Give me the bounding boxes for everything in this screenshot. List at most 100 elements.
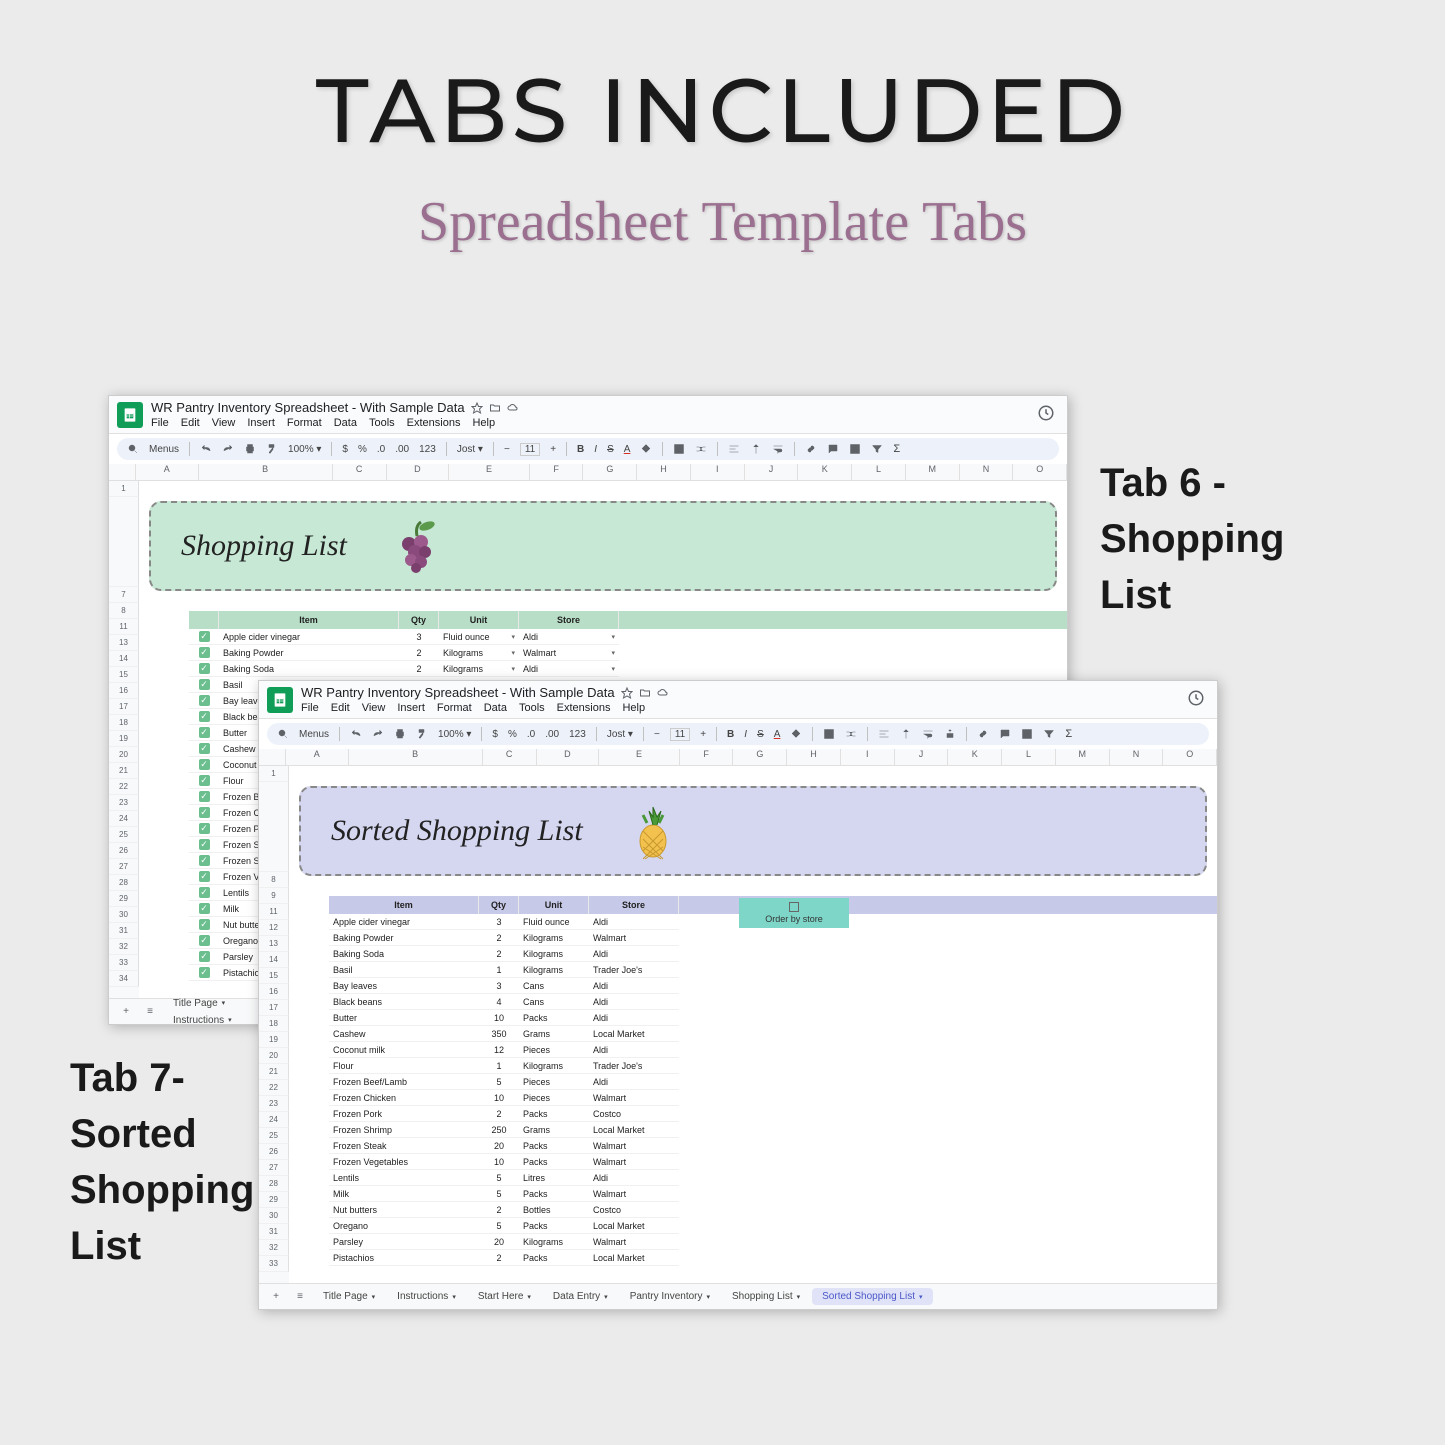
row-header[interactable]: 13 [259, 936, 289, 952]
cell-store[interactable]: Walmart [589, 1186, 679, 1202]
col-header-C[interactable]: C [483, 749, 537, 765]
row-header[interactable]: 12 [259, 920, 289, 936]
col-header-D[interactable]: D [387, 464, 450, 480]
menu-extensions[interactable]: Extensions [557, 702, 611, 714]
chart-icon[interactable] [1021, 728, 1033, 740]
cell-item[interactable]: Nut butters [329, 1202, 479, 1218]
col-header-I[interactable]: I [841, 749, 895, 765]
cell-item[interactable]: Frozen Vegetables [329, 1154, 479, 1170]
cell-qty[interactable]: 2 [479, 1250, 519, 1266]
cell-qty[interactable]: 250 [479, 1122, 519, 1138]
dec-decrease-button[interactable]: .0 [527, 729, 535, 740]
currency-button[interactable]: $ [492, 729, 498, 740]
fontsize-plus-button[interactable]: + [700, 729, 706, 740]
row-header[interactable]: 16 [259, 984, 289, 1000]
row-header[interactable]: 22 [109, 779, 139, 795]
col-header-A[interactable]: A [286, 749, 349, 765]
col-header-G[interactable]: G [583, 464, 637, 480]
row-header[interactable]: 21 [259, 1064, 289, 1080]
col-header-K[interactable]: K [948, 749, 1002, 765]
table-row[interactable]: Frozen Chicken10PiecesWalmart [329, 1090, 1217, 1106]
sheet-tab[interactable]: Data Entry ▾ [543, 1288, 618, 1305]
menu-format[interactable]: Format [437, 702, 472, 714]
col-header-O[interactable]: O [1163, 749, 1217, 765]
checkbox[interactable] [789, 902, 799, 912]
cell-unit[interactable]: Grams [519, 1122, 589, 1138]
checkbox[interactable] [199, 631, 210, 642]
checkbox[interactable] [199, 791, 210, 802]
paint-icon[interactable] [266, 443, 278, 455]
cell-item[interactable]: Lentils [329, 1170, 479, 1186]
menu-file[interactable]: File [151, 417, 169, 429]
row-header[interactable]: 17 [109, 699, 139, 715]
col-header-O[interactable]: O [1013, 464, 1067, 480]
cell-item[interactable]: Baking Powder [329, 930, 479, 946]
menu-edit[interactable]: Edit [181, 417, 200, 429]
col-header-A[interactable]: A [136, 464, 199, 480]
row-header[interactable]: 23 [109, 795, 139, 811]
sheet-tab[interactable]: Start Here ▾ [468, 1288, 541, 1305]
cell-store[interactable]: Walmart [589, 1138, 679, 1154]
fontsize-input[interactable]: 11 [520, 443, 540, 456]
cell-qty[interactable]: 1 [479, 962, 519, 978]
row-header[interactable]: 16 [109, 683, 139, 699]
row-header[interactable]: 26 [109, 843, 139, 859]
cell-store[interactable]: Aldi [589, 1170, 679, 1186]
all-sheets-button[interactable]: ≡ [139, 1002, 161, 1022]
cell-unit[interactable]: Pieces [519, 1090, 589, 1106]
checkbox[interactable] [199, 743, 210, 754]
row-header[interactable]: 14 [259, 952, 289, 968]
col-header-B[interactable]: B [199, 464, 333, 480]
cell-unit-dropdown[interactable]: Kilograms▾ [439, 661, 519, 677]
number-format-button[interactable]: 123 [569, 729, 586, 740]
cell-item[interactable]: Frozen Steak [329, 1138, 479, 1154]
halign-icon[interactable] [728, 443, 740, 455]
table-row[interactable]: Coconut milk12PiecesAldi [329, 1042, 1217, 1058]
col-header-B[interactable]: B [349, 749, 483, 765]
menu-data[interactable]: Data [484, 702, 507, 714]
cell-item[interactable]: Oregano [329, 1218, 479, 1234]
cell-item[interactable]: Black beans [329, 994, 479, 1010]
row-header[interactable]: 11 [109, 619, 139, 635]
col-header-L[interactable]: L [1002, 749, 1056, 765]
cell-qty[interactable]: 5 [479, 1218, 519, 1234]
all-sheets-button[interactable]: ≡ [289, 1287, 311, 1307]
cell-unit[interactable]: Litres [519, 1170, 589, 1186]
table-row[interactable]: Lentils5LitresAldi [329, 1170, 1217, 1186]
rotate-icon[interactable] [944, 728, 956, 740]
fontsize-plus-button[interactable]: + [550, 444, 556, 455]
cell-qty[interactable]: 5 [479, 1170, 519, 1186]
cell-item[interactable]: Pistachios [329, 1250, 479, 1266]
cell-qty[interactable]: 2 [399, 661, 439, 677]
cell-store[interactable]: Local Market [589, 1122, 679, 1138]
cell-item[interactable]: Frozen Shrimp [329, 1122, 479, 1138]
doc-title[interactable]: WR Pantry Inventory Spreadsheet - With S… [301, 685, 615, 700]
col-header-M[interactable]: M [906, 464, 960, 480]
font-dropdown[interactable]: Jost ▾ [457, 444, 483, 455]
cell-store[interactable]: Aldi [589, 1074, 679, 1090]
cell-item[interactable]: Baking Soda [329, 946, 479, 962]
cell-store[interactable]: Costco [589, 1106, 679, 1122]
halign-icon[interactable] [878, 728, 890, 740]
add-sheet-button[interactable]: + [265, 1287, 287, 1307]
redo-icon[interactable] [222, 443, 234, 455]
star-icon[interactable] [621, 687, 633, 699]
cell-item[interactable]: Frozen Chicken [329, 1090, 479, 1106]
col-header-D[interactable]: D [537, 749, 600, 765]
star-icon[interactable] [471, 402, 483, 414]
borders-icon[interactable] [823, 728, 835, 740]
checkbox[interactable] [199, 775, 210, 786]
cell-store[interactable]: Walmart [589, 1090, 679, 1106]
add-sheet-button[interactable]: + [115, 1002, 137, 1022]
cell-item[interactable]: Parsley [329, 1234, 479, 1250]
cell-qty[interactable]: 12 [479, 1042, 519, 1058]
wrap-icon[interactable] [922, 728, 934, 740]
cell-qty[interactable]: 350 [479, 1026, 519, 1042]
cell-item[interactable]: Apple cider vinegar [219, 629, 399, 645]
table-row[interactable]: Oregano5PacksLocal Market [329, 1218, 1217, 1234]
table-row[interactable]: Frozen Beef/Lamb5PiecesAldi [329, 1074, 1217, 1090]
cell-store[interactable]: Aldi [589, 946, 679, 962]
row-header[interactable]: 22 [259, 1080, 289, 1096]
cell-unit[interactable]: Kilograms [519, 930, 589, 946]
row-header[interactable]: 13 [109, 635, 139, 651]
